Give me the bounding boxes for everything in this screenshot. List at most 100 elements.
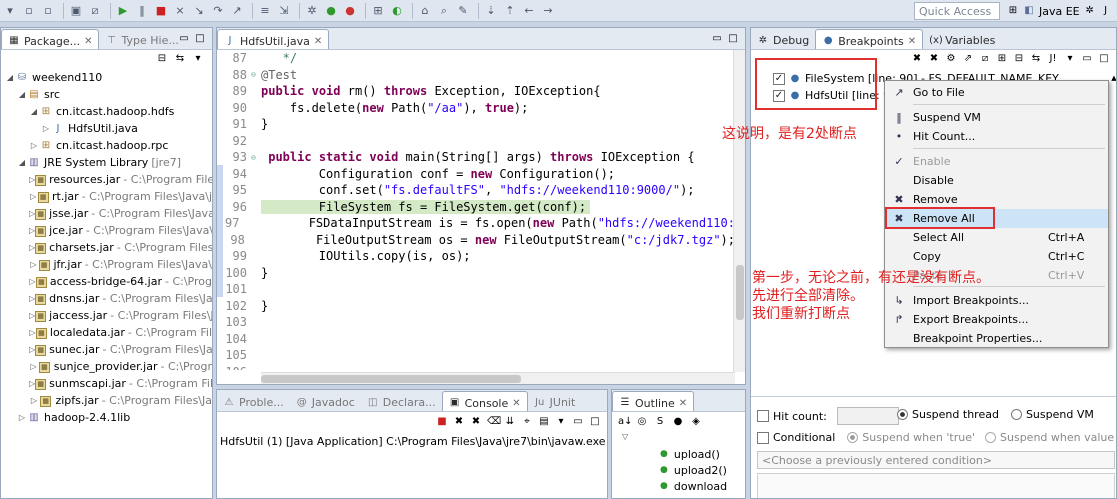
code-line[interactable]: 94 Configuration conf = new Configuratio…	[217, 166, 735, 183]
code-line[interactable]: 100}	[217, 265, 735, 282]
code-line[interactable]: 95 conf.set("fs.defaultFS", "hdfs://week…	[217, 182, 735, 199]
close-icon[interactable]: ✕	[314, 36, 322, 47]
tree-item[interactable]: ▷ ▦ jfr.jar - C:\Program Files\Java\	[1, 256, 212, 273]
hide-static-icon[interactable]: S	[654, 416, 666, 428]
tab-outline[interactable]: ☰ Outline ✕	[612, 391, 695, 411]
tab-hdfsutil-java[interactable]: J HdfsUtil.java ✕	[217, 29, 330, 49]
run-icon[interactable]: ●	[323, 3, 339, 19]
suspend-icon[interactable]: ‖	[134, 3, 150, 19]
expand-toggle-icon[interactable]: ▷	[29, 260, 38, 269]
close-icon[interactable]: ✕	[512, 398, 520, 409]
tree-item[interactable]: ◢ ⛁ weekend110	[1, 69, 212, 86]
tree-item[interactable]: ▷ ▦ rt.jar - C:\Program Files\Java\j	[1, 188, 212, 205]
tab-problems[interactable]: ⚠ Proble...	[217, 391, 290, 411]
display-console-icon[interactable]: ▤	[538, 416, 550, 428]
horizontal-scrollbar[interactable]	[261, 372, 735, 384]
remove-all-breakpoints-icon[interactable]: ✖	[928, 53, 940, 65]
hide-fields-icon[interactable]: ◎	[636, 416, 648, 428]
open-console-icon[interactable]: ▾	[555, 416, 567, 428]
menu-item-hit-count[interactable]: • Hit Count...	[885, 127, 1108, 146]
debug-icon[interactable]: ✲	[304, 3, 320, 19]
tree-item[interactable]: ▷ ⊞ cn.itcast.hadoop.rpc	[1, 137, 212, 154]
expand-toggle-icon[interactable]: ◢	[29, 107, 39, 116]
collapse-all-icon[interactable]: ⊟	[1013, 53, 1025, 65]
drop-to-frame-icon[interactable]: ≡	[257, 3, 273, 19]
step-into-icon[interactable]: ↘	[191, 3, 207, 19]
tree-item[interactable]: ▷ ▦ access-bridge-64.jar - C:\Prog	[1, 273, 212, 290]
code-line[interactable]: 93 ⊖ public static void main(String[] arg…	[217, 149, 735, 166]
hide-nonpublic-icon[interactable]: ●	[672, 416, 684, 428]
tree-item[interactable]: ◢ ⊞ cn.itcast.hadoop.hdfs	[1, 103, 212, 120]
add-java-exception-icon[interactable]: J!	[1047, 53, 1059, 65]
outline-item[interactable]: ● upload()	[612, 446, 745, 462]
scroll-up-icon[interactable]: ▲	[1108, 72, 1116, 84]
use-step-filters-icon[interactable]: ⇲	[276, 3, 292, 19]
focus-icon[interactable]: ◈	[690, 416, 702, 428]
close-icon[interactable]: ✕	[679, 398, 687, 409]
java-perspective-icon[interactable]: J	[1100, 5, 1112, 17]
maximize-icon[interactable]: □	[194, 33, 206, 45]
perspective-switcher[interactable]: ⊞ ◧ Java EE ✲ J	[1007, 1, 1112, 21]
expand-toggle-icon[interactable]: ◢	[5, 73, 15, 82]
clear-console-icon[interactable]: ⌫	[487, 416, 501, 428]
tree-item[interactable]: ▷ ▦ charsets.jar - C:\Program Files	[1, 239, 212, 256]
sort-icon[interactable]: a↓	[618, 416, 633, 428]
resume-icon[interactable]: ▶	[115, 3, 131, 19]
menu-item-go-to-file[interactable]: ↗ Go to File	[885, 83, 1108, 102]
expand-toggle-icon[interactable]: ▷	[29, 362, 38, 371]
hit-count-checkbox[interactable]	[757, 410, 769, 422]
tab-variables[interactable]: (x) Variables	[923, 29, 1001, 49]
tree-item[interactable]: ▷ ▦ zipfs.jar - C:\Program Files\Ja	[1, 392, 212, 409]
tree-item[interactable]: ▷ J HdfsUtil.java	[1, 120, 212, 137]
remove-all-terminated-icon[interactable]: ✖	[470, 416, 482, 428]
code-line[interactable]: 90 fs.delete(new Path("/aa"), true);	[217, 100, 735, 117]
tree-item[interactable]: ▷ ▦ jce.jar - C:\Program Files\Java\	[1, 222, 212, 239]
outline-item[interactable]: ● download	[612, 478, 745, 494]
tree-item[interactable]: ▷ ▦ localedata.jar - C:\Program Fil	[1, 324, 212, 341]
code-line[interactable]: 97 FSDataInputStream is = fs.open(new Pa…	[217, 215, 735, 232]
step-return-icon[interactable]: ↗	[229, 3, 245, 19]
minimize-icon[interactable]: ▭	[711, 33, 723, 45]
go-to-file-icon[interactable]: ⇗	[962, 53, 974, 65]
scrollbar-thumb[interactable]	[261, 375, 521, 383]
expand-toggle-icon[interactable]: ▷	[29, 328, 36, 337]
code-line[interactable]: 88 ⊖ @Test	[217, 67, 735, 84]
expand-toggle-icon[interactable]: ◢	[17, 158, 27, 167]
menu-item-copy[interactable]: Copy Ctrl+C	[885, 247, 1108, 266]
annotation-icon[interactable]: ✎	[455, 3, 471, 19]
quick-access-input[interactable]: Quick Access	[914, 2, 1000, 20]
prev-annotation-icon[interactable]: ⇡	[502, 3, 518, 19]
suspend-changes-radio[interactable]	[985, 432, 997, 443]
close-icon[interactable]: ✕	[84, 36, 92, 47]
menu-item-enable[interactable]: ✓ Enable	[885, 152, 1108, 171]
new-class-icon[interactable]: ◐	[389, 3, 405, 19]
minimize-icon[interactable]: ▭	[1081, 53, 1093, 65]
tab-junit[interactable]: Ju JUnit	[528, 391, 582, 411]
menu-item-breakpoint-properties[interactable]: Breakpoint Properties...	[885, 329, 1108, 348]
console-icon[interactable]: ▣	[68, 3, 84, 19]
expand-toggle-icon[interactable]: ▷	[17, 413, 27, 422]
tab-package-explorer[interactable]: ▦ Package... ✕	[1, 29, 100, 49]
step-over-icon[interactable]: ↷	[210, 3, 226, 19]
code-area[interactable]: 87 */88 ⊖ @Test 89 public void rm() throws E…	[217, 50, 735, 370]
condition-editor[interactable]	[757, 473, 1115, 498]
code-line[interactable]: 103	[217, 314, 735, 331]
expand-toggle-icon[interactable]: ▷	[29, 141, 39, 150]
code-line[interactable]: 91}	[217, 116, 735, 133]
code-line[interactable]: 87 */	[217, 50, 735, 67]
conditional-checkbox[interactable]	[757, 431, 769, 444]
skip-all-icon[interactable]: ⧄	[979, 53, 991, 65]
code-line[interactable]: 104	[217, 331, 735, 348]
external-tools-icon[interactable]: ●	[342, 3, 358, 19]
view-menu-icon[interactable]: ▾	[1064, 53, 1076, 65]
show-breakpoints-icon[interactable]: ⚙	[945, 53, 957, 65]
open-perspective-icon[interactable]: ⊞	[1007, 5, 1019, 17]
maximize-icon[interactable]: □	[727, 33, 739, 45]
collapse-all-icon[interactable]: ⊟	[156, 53, 168, 65]
debug-perspective-icon[interactable]: ✲	[1084, 5, 1096, 17]
remove-breakpoint-icon[interactable]: ✖	[911, 53, 923, 65]
code-line[interactable]: 105	[217, 347, 735, 364]
menu-item-disable[interactable]: Disable	[885, 171, 1108, 190]
tree-item[interactable]: ◢ ▤ src	[1, 86, 212, 103]
suspend-vm-radio[interactable]	[1010, 409, 1022, 420]
